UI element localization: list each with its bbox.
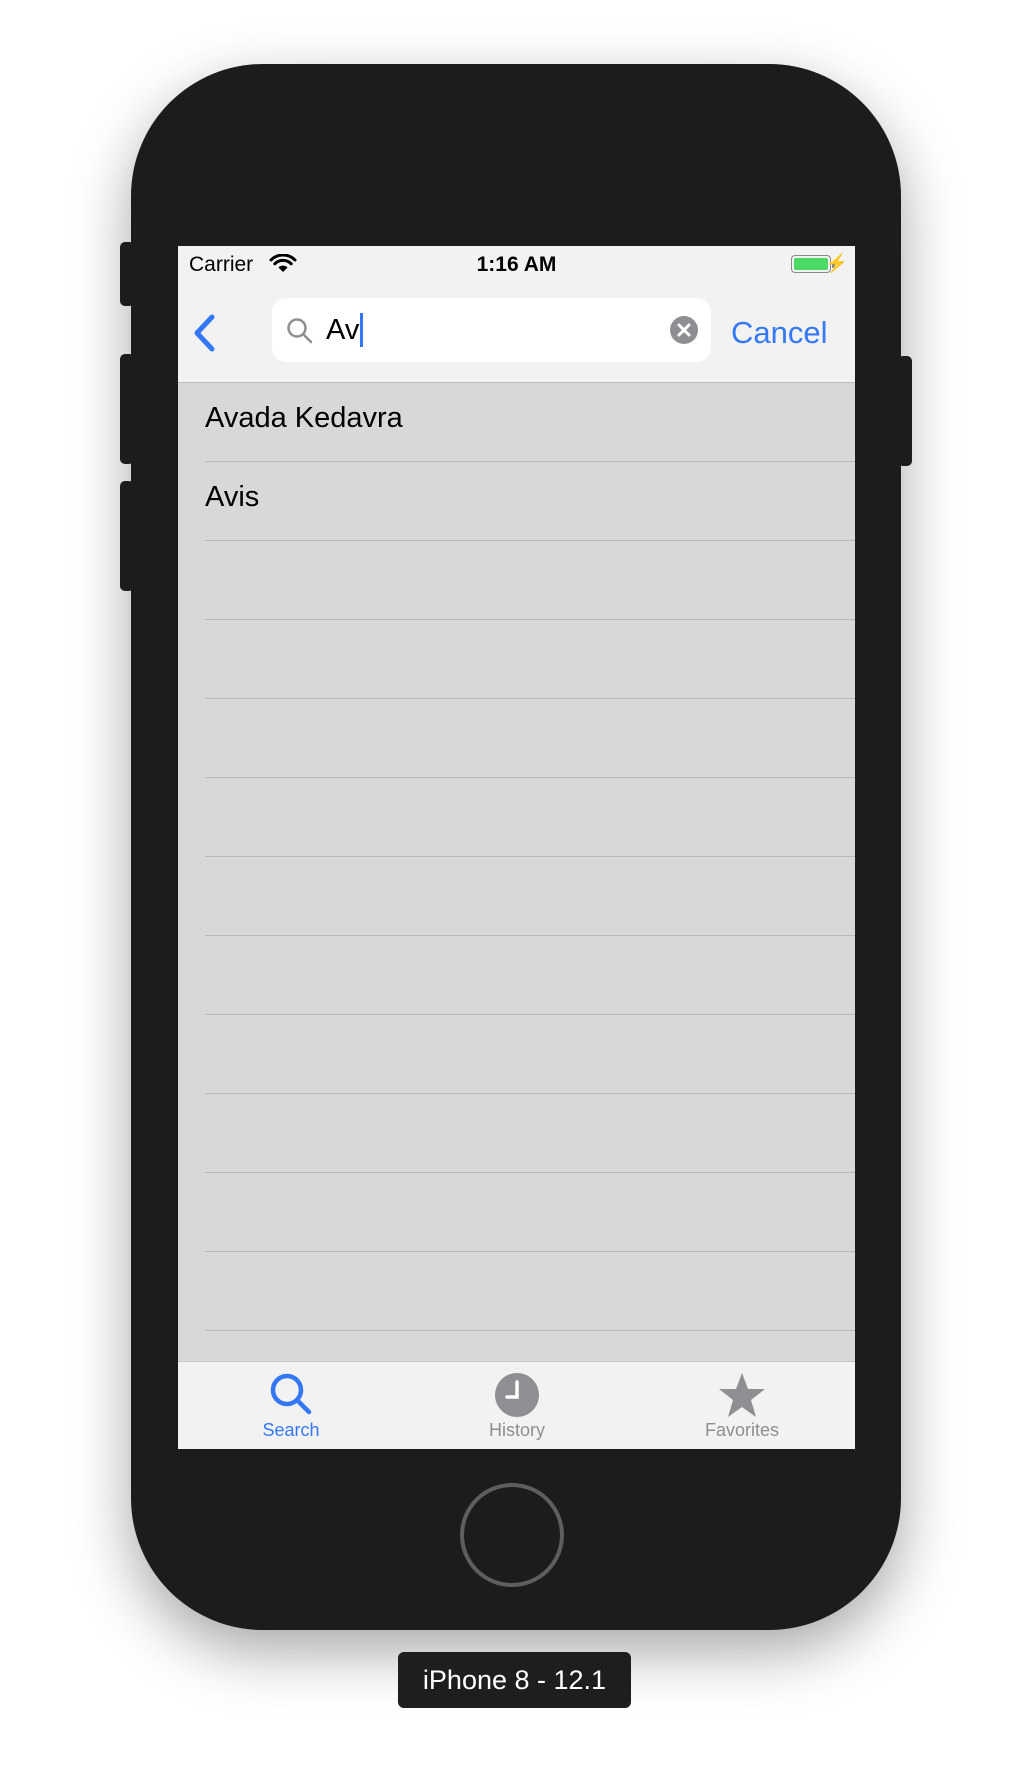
- result-row[interactable]: Avada Kedavra: [178, 383, 855, 462]
- screen: Carrier 1:16 AM ⚡ Av Cancel Avada Kedavr…: [178, 246, 855, 1449]
- tab-history-label: History: [488, 1420, 545, 1440]
- status-time: 1:16 AM: [476, 253, 557, 276]
- charging-icon: ⚡: [825, 253, 848, 273]
- power-button: [898, 356, 912, 466]
- device-label: iPhone 8 - 12.1: [398, 1652, 631, 1708]
- result-row[interactable]: [178, 778, 855, 857]
- result-row[interactable]: [178, 857, 855, 936]
- result-row[interactable]: [178, 1252, 855, 1331]
- search-field[interactable]: Av: [272, 298, 711, 362]
- tab-favorites-label: Favorites: [704, 1420, 780, 1440]
- volume-down-button: [120, 481, 134, 591]
- result-row[interactable]: Avis: [178, 462, 855, 541]
- silent-switch: [120, 242, 134, 306]
- status-bar: Carrier 1:16 AM ⚡: [178, 246, 855, 284]
- result-row[interactable]: [178, 541, 855, 620]
- search-results-list: Avada Kedavra Avis: [178, 383, 855, 1410]
- result-row[interactable]: [178, 1173, 855, 1252]
- clear-search-button[interactable]: [669, 315, 699, 350]
- tab-favorites[interactable]: Favorites: [629, 1362, 855, 1449]
- tab-search[interactable]: Search: [178, 1362, 404, 1449]
- result-row[interactable]: [178, 1094, 855, 1173]
- result-row[interactable]: [178, 699, 855, 778]
- magnifier-icon: [285, 316, 315, 351]
- result-row[interactable]: [178, 936, 855, 1015]
- back-button[interactable]: [188, 309, 224, 359]
- result-label: Avis: [205, 481, 260, 513]
- volume-up-button: [120, 354, 134, 464]
- star-icon: [719, 1373, 765, 1417]
- chevron-left-icon: [194, 314, 215, 352]
- search-nav-bar: Av Cancel: [178, 284, 855, 383]
- home-button[interactable]: [460, 1483, 564, 1587]
- search-input-text[interactable]: Av: [326, 313, 364, 347]
- search-icon: [270, 1373, 312, 1415]
- tab-history[interactable]: History: [404, 1362, 630, 1449]
- result-row[interactable]: [178, 620, 855, 699]
- tab-search-label: Search: [262, 1420, 320, 1440]
- clock-icon: [495, 1373, 539, 1417]
- tab-bar: Search History Favorites: [178, 1361, 855, 1449]
- cancel-button[interactable]: Cancel: [731, 315, 828, 351]
- clear-circle-icon: [670, 316, 698, 344]
- result-label: Avada Kedavra: [205, 402, 403, 434]
- result-row[interactable]: [178, 1015, 855, 1094]
